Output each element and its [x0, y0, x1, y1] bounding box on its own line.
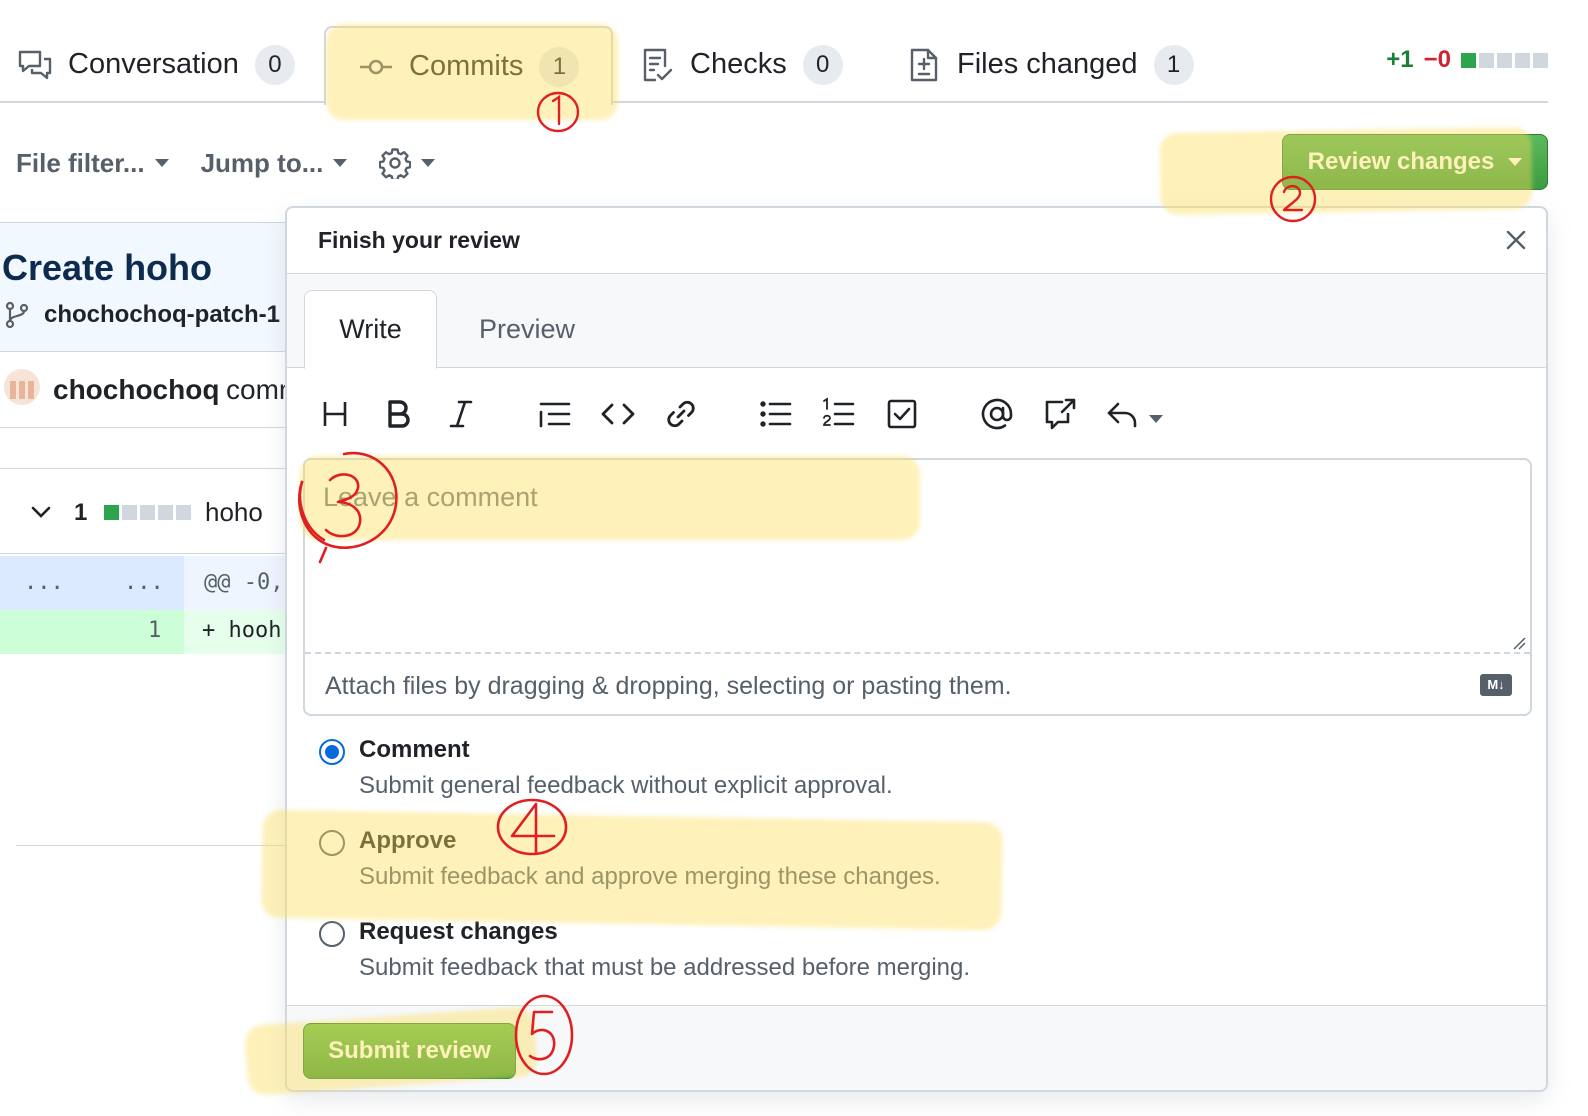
branch-ref[interactable]: chochochoq-patch-1: [4, 301, 280, 329]
review-changes-label: Review changes: [1307, 148, 1495, 175]
tab-files-changed[interactable]: Files changed 1: [906, 26, 1194, 103]
submit-review-button[interactable]: Submit review: [303, 1023, 516, 1079]
option-description: Submit general feedback without explicit…: [359, 772, 893, 799]
commit-title: Create hoho: [2, 247, 213, 288]
tab-counter: 1: [1153, 44, 1194, 85]
tab-checks[interactable]: Checks 0: [639, 26, 843, 103]
tab-preview[interactable]: Preview: [457, 290, 597, 369]
file-filter-label: File filter...: [16, 147, 145, 178]
caret-down-icon: [154, 159, 169, 167]
markdown-icon: M↓: [1480, 674, 1512, 696]
caret-down-icon: [1508, 158, 1523, 166]
link-icon[interactable]: [663, 396, 699, 432]
tab-counter: 1: [539, 46, 580, 87]
caret-down-icon: [421, 159, 436, 167]
task-list-icon[interactable]: [884, 396, 920, 432]
git-branch-icon: [5, 301, 29, 329]
ordered-list-icon[interactable]: [821, 396, 857, 432]
popover-title: Finish your review: [318, 227, 520, 253]
close-icon[interactable]: [1504, 228, 1528, 252]
option-description: Submit feedback and approve merging thes…: [359, 863, 941, 890]
approve-radio[interactable]: [319, 830, 345, 856]
caret-down-icon: [333, 159, 348, 167]
review-changes-button[interactable]: Review changes: [1282, 134, 1548, 190]
code-icon[interactable]: [600, 396, 636, 432]
jump-to-label: Jump to...: [200, 147, 324, 178]
comment-textarea[interactable]: [305, 460, 1530, 654]
files-toolbar: File filter... Jump to...: [16, 140, 467, 186]
cross-reference-icon[interactable]: [1042, 396, 1078, 432]
tab-counter: 0: [802, 44, 843, 85]
tab-label: Commits: [409, 50, 524, 82]
line-code: + hooh: [202, 618, 282, 643]
file-name[interactable]: hoho: [205, 497, 263, 528]
resize-handle-icon[interactable]: [1512, 636, 1526, 650]
option-request-changes[interactable]: Request changes Submit feedback that mus…: [317, 918, 1317, 998]
jump-to-dropdown[interactable]: Jump to...: [201, 148, 348, 179]
option-approve[interactable]: Approve Submit feedback and approve merg…: [317, 827, 1317, 907]
settings-dropdown[interactable]: [379, 147, 436, 179]
tab-counter: 0: [254, 44, 295, 85]
diff-added-line: 1 + hooh: [0, 610, 300, 654]
tab-label: Checks: [690, 48, 787, 80]
caret-down-icon[interactable]: [1149, 415, 1163, 423]
divider: [16, 845, 296, 846]
finish-review-popover: Finish your review Write Preview Leave a…: [285, 206, 1548, 1092]
markdown-toolbar: [287, 368, 1546, 460]
tab-conversation[interactable]: Conversation 0: [17, 26, 295, 103]
diffstat-blocks: [1461, 52, 1548, 68]
hunk-expand-right[interactable]: ...: [124, 570, 164, 595]
chevron-down-icon[interactable]: [30, 501, 52, 523]
commit-author-row: chochochoq comm: [0, 352, 300, 428]
option-label: Comment: [359, 736, 470, 763]
diffstat-additions: +1: [1386, 46, 1414, 73]
tab-label: Files changed: [957, 48, 1138, 80]
popover-footer: Submit review: [287, 1005, 1546, 1090]
diffstat: +1 −0: [1386, 46, 1548, 74]
tab-commits[interactable]: Commits 1: [324, 26, 614, 105]
comment-box: Attach files by dragging & dropping, sel…: [303, 458, 1532, 716]
tab-label: Conversation: [68, 48, 239, 80]
bold-icon[interactable]: [380, 396, 416, 432]
file-diffstat-blocks: [104, 505, 191, 520]
option-description: Submit feedback that must be addressed b…: [359, 954, 971, 981]
popover-header: Finish your review: [287, 208, 1546, 274]
attach-files-hint[interactable]: Attach files by dragging & dropping, sel…: [325, 672, 1012, 701]
diffstat-deletions: −0: [1423, 46, 1451, 73]
saved-replies-icon[interactable]: [1105, 396, 1141, 432]
request-changes-radio[interactable]: [319, 921, 345, 947]
comment-discussion-icon: [17, 47, 53, 83]
hunk-expand-left[interactable]: ...: [24, 570, 64, 595]
file-diff-header: 1 hoho: [0, 468, 300, 554]
file-change-count: 1: [74, 499, 88, 526]
comment-radio[interactable]: [319, 739, 345, 765]
option-label: Approve: [359, 827, 457, 854]
editor-tabs: Write Preview: [287, 274, 1546, 369]
file-diff-icon: [906, 47, 942, 83]
commit-summary-header: Create hoho chochochoq-patch-1: [0, 222, 300, 352]
gear-icon: [379, 147, 412, 179]
commit-author[interactable]: chochochoq: [53, 374, 219, 406]
unordered-list-icon[interactable]: [758, 396, 794, 432]
pr-tab-nav: Conversation 0 Commits 1 Checks 0 Files …: [0, 0, 1588, 105]
git-commit-icon: [358, 49, 394, 85]
avatar[interactable]: [4, 369, 40, 405]
option-label: Request changes: [359, 918, 558, 945]
checklist-icon: [639, 47, 675, 83]
branch-name: chochochoq-patch-1: [44, 301, 281, 328]
tab-write[interactable]: Write: [304, 290, 437, 369]
file-filter-dropdown[interactable]: File filter...: [16, 148, 169, 179]
diff-hunk-row: ... ... @@ -0,: [0, 556, 300, 610]
line-number[interactable]: 1: [148, 618, 161, 643]
quote-icon[interactable]: [537, 396, 573, 432]
mention-icon[interactable]: [979, 396, 1015, 432]
italic-icon[interactable]: [443, 396, 479, 432]
heading-icon[interactable]: [317, 396, 353, 432]
option-comment[interactable]: Comment Submit general feedback without …: [317, 736, 1317, 816]
hunk-header: @@ -0,: [184, 556, 300, 610]
